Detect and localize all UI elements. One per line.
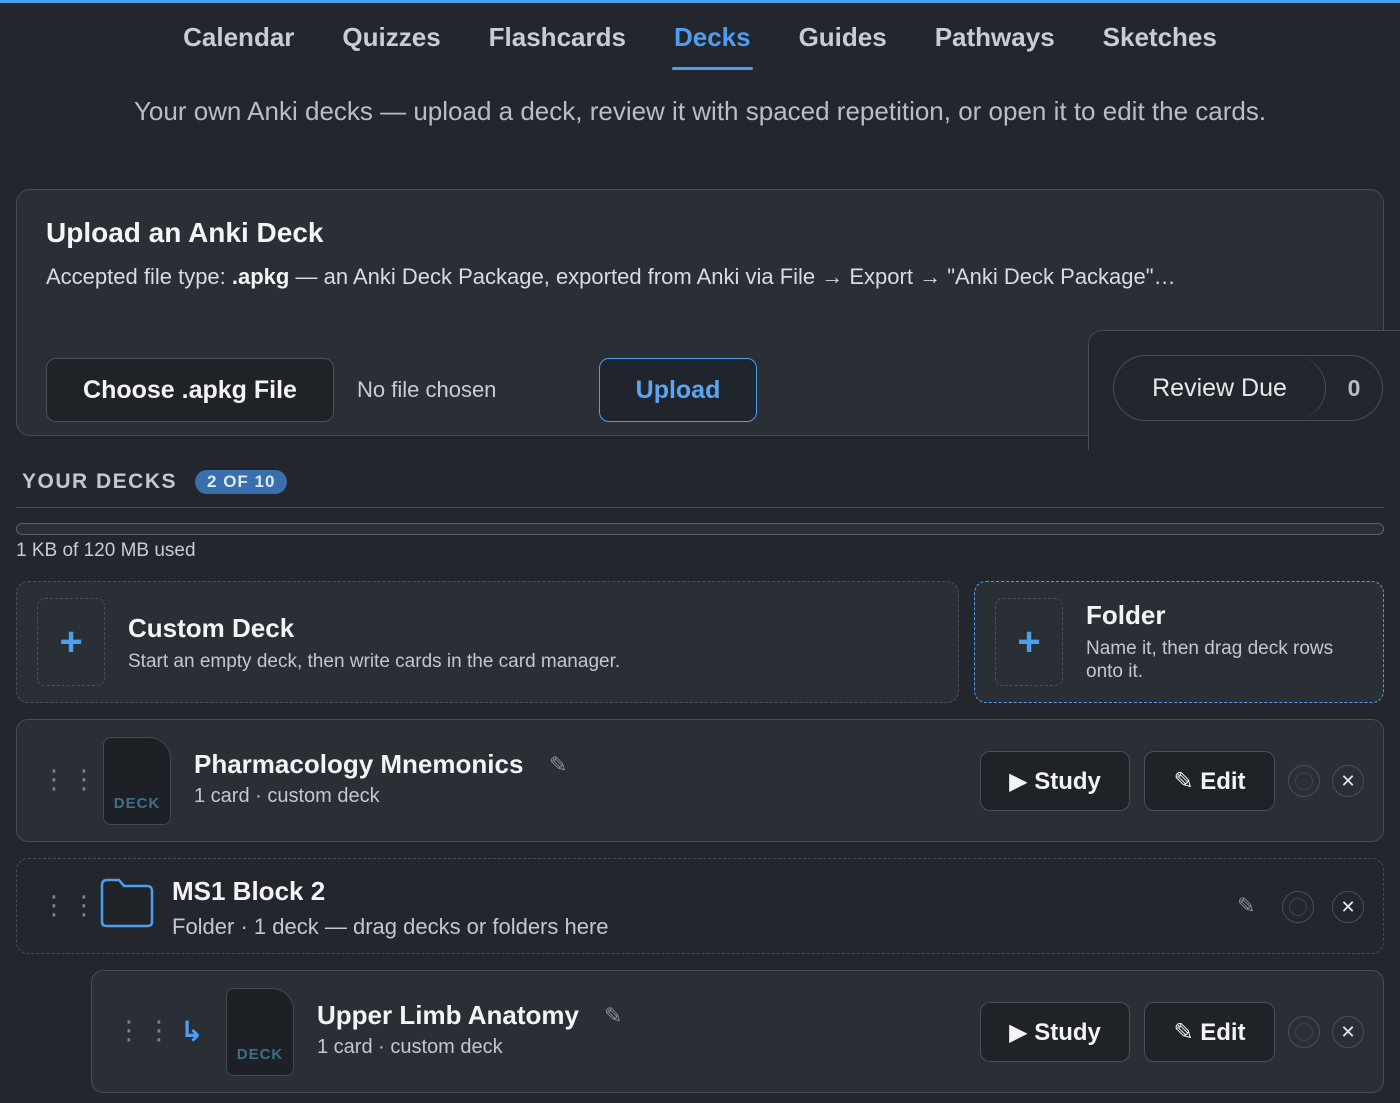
deck-title: Upper Limb Anatomy: [317, 1000, 579, 1030]
review-due-label[interactable]: Review Due: [1114, 356, 1326, 420]
folder-meta: Folder · 1 deck — drag decks or folders …: [172, 914, 609, 939]
review-due-count: 0: [1347, 374, 1361, 401]
tab-sketches[interactable]: Sketches: [1079, 22, 1241, 70]
upload-desc-ext: .apkg: [231, 264, 290, 289]
choose-file-button[interactable]: Choose .apkg File: [46, 358, 334, 422]
folder-row[interactable]: ⋮⋮ MS1 Block 2 Folder · 1 deck — drag de…: [16, 858, 1384, 954]
create-custom-deck-desc: Start an empty deck, then write cards in…: [128, 651, 621, 672]
deck-row-child[interactable]: ⋮⋮ ↳ DECK Upper Limb Anatomy ✎ 1 card · …: [91, 970, 1384, 1093]
select-toggle[interactable]: [1282, 891, 1314, 923]
page-subtitle: Your own Anki decks — upload a deck, rev…: [133, 96, 1267, 126]
pencil-icon[interactable]: ✎: [1237, 893, 1255, 919]
create-custom-deck-card[interactable]: + Custom Deck Start an empty deck, then …: [16, 581, 959, 703]
child-arrow-icon: ↳: [180, 1016, 204, 1047]
study-button[interactable]: ▶ Study: [980, 751, 1130, 811]
tab-decks[interactable]: Decks: [650, 22, 775, 70]
close-icon[interactable]: ✕: [1332, 765, 1364, 797]
deck-title: Pharmacology Mnemonics: [194, 749, 524, 779]
select-toggle-inner: [1295, 1023, 1313, 1041]
create-folder-desc: Name it, then drag deck rows onto it.: [1086, 638, 1334, 682]
folder-icon: [100, 878, 154, 928]
main-nav: Calendar Quizzes Flashcards Decks Guides…: [0, 22, 1400, 70]
study-button[interactable]: ▶ Study: [980, 1002, 1130, 1062]
deck-row[interactable]: ⋮⋮ DECK Pharmacology Mnemonics ✎ 1 card …: [16, 719, 1384, 842]
deck-icon-label: DECK: [236, 1046, 284, 1063]
tab-quizzes[interactable]: Quizzes: [318, 22, 464, 70]
drag-handle-icon[interactable]: ⋮⋮: [116, 1015, 176, 1046]
tab-flashcards[interactable]: Flashcards: [465, 22, 650, 70]
decks-count-badge: 2 OF 10: [195, 470, 288, 494]
section-divider: [16, 507, 1384, 508]
storage-bar: [16, 523, 1384, 535]
select-toggle[interactable]: [1288, 1016, 1320, 1048]
upload-button[interactable]: Upload: [599, 358, 757, 422]
deck-icon: DECK: [226, 988, 294, 1076]
edit-button[interactable]: ✎ Edit: [1144, 1002, 1275, 1062]
plus-icon: +: [995, 598, 1063, 686]
tab-pathways[interactable]: Pathways: [911, 22, 1079, 70]
tab-calendar[interactable]: Calendar: [159, 22, 318, 70]
create-folder-title: Folder: [1086, 600, 1166, 630]
pencil-icon[interactable]: ✎: [604, 1003, 622, 1029]
deck-meta: 1 card · custom deck: [194, 785, 380, 807]
tab-guides[interactable]: Guides: [775, 22, 911, 70]
decks-title: YOUR DECKS: [22, 470, 178, 493]
edit-button[interactable]: ✎ Edit: [1144, 751, 1275, 811]
create-folder-card[interactable]: + Folder Name it, then drag deck rows on…: [974, 581, 1384, 703]
create-custom-deck-title: Custom Deck: [128, 613, 295, 643]
deck-icon-label: DECK: [113, 795, 161, 812]
drag-handle-icon[interactable]: ⋮⋮: [41, 890, 101, 921]
decks-header: YOUR DECKS 2 OF 10: [22, 470, 288, 494]
plus-icon: +: [37, 598, 105, 686]
close-icon[interactable]: ✕: [1332, 1016, 1364, 1048]
close-icon[interactable]: ✕: [1332, 891, 1364, 923]
upload-title: Upload an Anki Deck: [46, 217, 324, 248]
review-due-button[interactable]: Review Due 0: [1113, 355, 1383, 421]
upload-description: Accepted file type: .apkg — an Anki Deck…: [46, 264, 1176, 290]
select-toggle-inner: [1295, 772, 1313, 790]
folder-title: MS1 Block 2: [172, 876, 326, 906]
file-status: No file chosen: [357, 377, 497, 402]
deck-meta: 1 card · custom deck: [317, 1036, 503, 1058]
storage-text: 1 KB of 120 MB used: [16, 540, 196, 561]
pencil-icon[interactable]: ✎: [549, 752, 567, 778]
select-toggle-inner: [1289, 898, 1307, 916]
upload-desc-suffix: — an Anki Deck Package, exported from An…: [289, 264, 1176, 289]
deck-icon: DECK: [103, 737, 171, 825]
select-toggle[interactable]: [1288, 765, 1320, 797]
upload-desc-prefix: Accepted file type:: [46, 264, 232, 289]
top-accent-line: [0, 0, 1400, 3]
drag-handle-icon[interactable]: ⋮⋮: [41, 764, 101, 795]
